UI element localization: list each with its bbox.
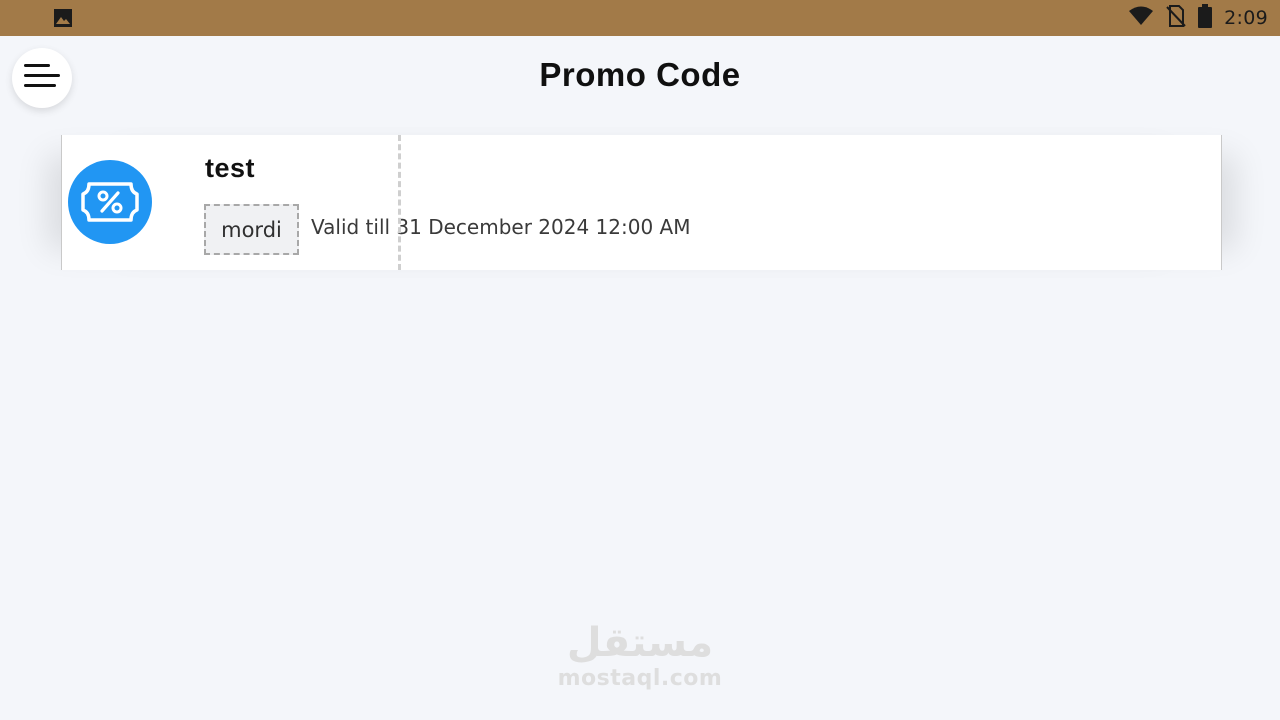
status-icons: 2:09 bbox=[1128, 0, 1268, 36]
percent-ticket-icon bbox=[68, 160, 152, 244]
status-bar: 2:09 bbox=[0, 0, 1280, 36]
promo-card[interactable]: test mordi Valid till 31 December 2024 1… bbox=[61, 135, 1222, 270]
wifi-icon bbox=[1128, 6, 1154, 30]
page-title: Promo Code bbox=[539, 56, 741, 93]
promo-title: test bbox=[205, 153, 256, 183]
no-sim-icon bbox=[1166, 5, 1186, 31]
watermark: مستقل mostaql.com bbox=[540, 620, 740, 691]
promo-code[interactable]: mordi bbox=[204, 204, 299, 255]
gallery-icon bbox=[53, 8, 73, 32]
ticket-divider bbox=[398, 135, 401, 270]
promo-validity: Valid till 31 December 2024 12:00 AM bbox=[311, 215, 691, 239]
battery-icon bbox=[1198, 4, 1213, 32]
status-time: 2:09 bbox=[1224, 7, 1268, 29]
watermark-logo: مستقل bbox=[566, 620, 714, 666]
watermark-url: mostaql.com bbox=[557, 666, 723, 691]
